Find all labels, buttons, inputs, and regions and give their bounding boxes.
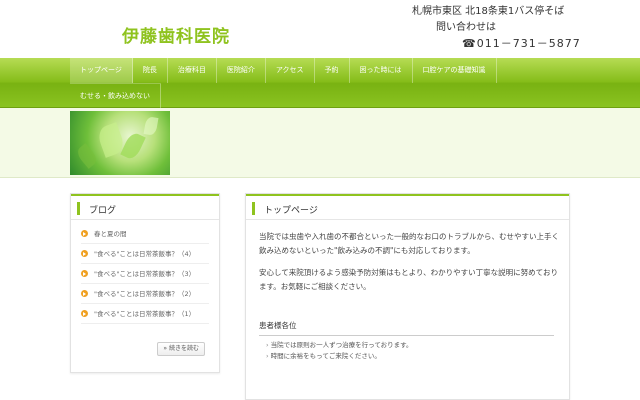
nav-item-treatments[interactable]: 治療科目 bbox=[168, 58, 217, 83]
nav-item-clinic[interactable]: 医院紹介 bbox=[217, 58, 266, 83]
nav-item-access[interactable]: アクセス bbox=[266, 58, 315, 83]
blog-item[interactable]: 春と夏の間 bbox=[81, 224, 209, 244]
nav-item-swallowing[interactable]: むせる・飲み込めない bbox=[70, 84, 161, 109]
nav-item-oral-care[interactable]: 口腔ケアの基礎知識 bbox=[413, 58, 497, 83]
nav-row-1: トップページ 院長 治療科目 医院紹介 アクセス 予約 困った時には 口腔ケアの… bbox=[70, 58, 497, 83]
blog-item-label: "食べる"ことは日常茶飯事？（2） bbox=[94, 289, 196, 298]
heading-accent bbox=[252, 202, 255, 215]
main-content: トップページ 当院では虫歯や入れ歯の不都合といった一般的なお口のトラブルから、む… bbox=[245, 193, 570, 400]
blog-item-label: 春と夏の間 bbox=[94, 229, 127, 238]
nav-item-director[interactable]: 院長 bbox=[133, 58, 168, 83]
blog-item-label: "食べる"ことは日常茶飯事？（3） bbox=[94, 269, 196, 278]
arrow-bullet-icon bbox=[81, 290, 88, 297]
nav-item-trouble[interactable]: 困った時には bbox=[350, 58, 413, 83]
arrow-bullet-icon bbox=[81, 310, 88, 317]
blog-sidebar: ブログ 春と夏の間 "食べる"ことは日常茶飯事？（4） "食べる"ことは日常茶飯… bbox=[70, 193, 220, 373]
read-more-button[interactable]: » 続きを読む bbox=[157, 342, 205, 356]
notice-list: 当院では原則お一人ずつ治療を行っております。 時間に余裕をもってご来院ください。 bbox=[266, 340, 413, 362]
arrow-bullet-icon bbox=[81, 230, 88, 237]
nav-item-top[interactable]: トップページ bbox=[70, 58, 133, 83]
notice-heading: 患者様各位 bbox=[259, 320, 554, 336]
arrow-bullet-icon bbox=[81, 250, 88, 257]
blog-item[interactable]: "食べる"ことは日常茶飯事？（2） bbox=[81, 284, 209, 304]
blog-item[interactable]: "食べる"ことは日常茶飯事？（1） bbox=[81, 304, 209, 324]
page-title: トップページ bbox=[264, 206, 318, 216]
nav-item-reservation[interactable]: 予約 bbox=[315, 58, 350, 83]
blog-item-label: "食べる"ことは日常茶飯事？（1） bbox=[94, 309, 196, 318]
blog-item[interactable]: "食べる"ことは日常茶飯事？（3） bbox=[81, 264, 209, 284]
contact-info: 札幌市東区 北18条東1バス停そば 問い合わせは ☎011－731－5877 bbox=[412, 4, 581, 52]
main-header: トップページ bbox=[246, 194, 569, 220]
tea-leaves-photo bbox=[70, 111, 170, 175]
notice-item: 時間に余裕をもってご来院ください。 bbox=[266, 351, 413, 362]
site-title[interactable]: 伊藤歯科医院 bbox=[122, 22, 230, 47]
address-text: 札幌市東区 北18条東1バス停そば bbox=[412, 6, 565, 17]
main-navigation: トップページ 院長 治療科目 医院紹介 アクセス 予約 困った時には 口腔ケアの… bbox=[0, 58, 640, 109]
safety-paragraph: 安心して来院頂けるよう感染予防対策はもとより、わかりやすい丁寧な説明に努めており… bbox=[259, 268, 558, 291]
hero-band bbox=[0, 108, 640, 178]
arrow-bullet-icon bbox=[81, 270, 88, 277]
blog-title: ブログ bbox=[89, 206, 117, 216]
phone-number[interactable]: ☎011－731－5877 bbox=[412, 36, 581, 52]
intro-paragraph: 当院では虫歯や入れ歯の不都合といった一般的なお口のトラブルから、むせやすい上手く… bbox=[259, 232, 559, 255]
nav-row-2: むせる・飲み込めない bbox=[70, 83, 161, 109]
blog-item-label: "食べる"ことは日常茶飯事？（4） bbox=[94, 249, 196, 258]
blog-list: 春と夏の間 "食べる"ことは日常茶飯事？（4） "食べる"ことは日常茶飯事？（3… bbox=[71, 220, 219, 324]
blog-item[interactable]: "食べる"ことは日常茶飯事？（4） bbox=[81, 244, 209, 264]
blog-header: ブログ bbox=[71, 194, 219, 220]
notice-item: 当院では原則お一人ずつ治療を行っております。 bbox=[266, 340, 413, 351]
heading-accent bbox=[77, 202, 80, 215]
contact-label: 問い合わせは bbox=[436, 22, 496, 33]
